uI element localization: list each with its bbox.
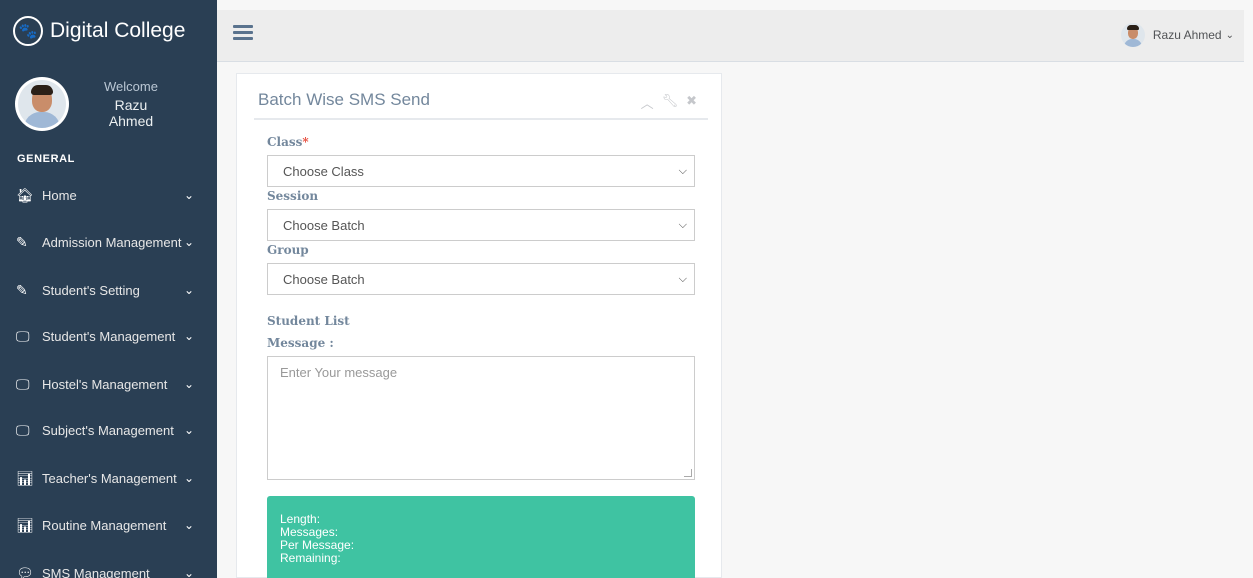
required-mark: * [302, 135, 309, 149]
chevron-down-icon: ⌵ [678, 165, 687, 177]
profile-name: Razu Ahmed [108, 97, 154, 129]
chevron-down-icon: ⌵ [678, 219, 687, 231]
desktop-icon: 🖵 [16, 375, 30, 392]
section-title-general: GENERAL [17, 153, 75, 165]
brand[interactable]: 🐾 Digital College [0, 0, 217, 62]
user-name: Razu Ahmed [1152, 28, 1222, 42]
bar-chart-icon: 📊︎ [16, 516, 34, 533]
class-select-value: Choose Class [283, 163, 364, 179]
group-select-value: Choose Batch [283, 271, 365, 287]
sidebar-item-teachers-management[interactable]: 📊︎ Teacher's Management ⌄ [0, 460, 217, 496]
sidebar-item-subjects-management[interactable]: 🖵 Subject's Management ⌄ [0, 412, 217, 448]
length-text: Length: [280, 512, 321, 526]
edit-icon: ✎ [16, 281, 28, 298]
sidebar-item-label: Home [42, 187, 77, 203]
class-select[interactable]: Choose Class ⌵ [267, 155, 695, 187]
sidebar-item-hostels-management[interactable]: 🖵 Hostel's Management ⌄ [0, 366, 217, 402]
message-textarea[interactable]: Enter Your message [267, 356, 695, 480]
message-label: Message : [267, 336, 334, 350]
group-select[interactable]: Choose Batch ⌵ [267, 263, 695, 295]
desktop-icon: 🖵 [16, 421, 30, 438]
chevron-down-icon: ⌄ [184, 188, 195, 202]
bar-chart-icon: 📊︎ [16, 469, 34, 486]
sidebar-item-routine-management[interactable]: 📊︎ Routine Management ⌄ [0, 507, 217, 543]
sidebar-item-label: Student's Setting [42, 282, 140, 298]
resize-handle-icon[interactable] [684, 469, 692, 477]
avatar [1120, 23, 1145, 47]
sidebar-item-admission-management[interactable]: ✎ Admission Management ⌄ [0, 224, 217, 260]
class-label: Class* [267, 135, 309, 149]
top-navbar: Razu Ahmed ⌄ [217, 10, 1244, 62]
sidebar: 🐾 Digital College Welcome Razu Ahmed GEN… [0, 0, 217, 578]
remaining-text: Remaining: [280, 551, 341, 565]
chevron-down-icon: ⌄ [184, 423, 195, 437]
wrench-icon[interactable]: 🔧︎ [662, 93, 679, 112]
chevron-down-icon: ⌄ [184, 377, 195, 391]
menu-toggle-icon[interactable] [233, 25, 253, 43]
chevron-down-icon: ⌄ [184, 518, 195, 532]
student-list-label: Student List [267, 314, 350, 328]
session-label: Session [267, 189, 319, 203]
comments-icon: 💬︎ [16, 564, 34, 578]
sidebar-item-students-management[interactable]: 🖵 Student's Management ⌄ [0, 318, 217, 354]
chevron-down-icon: ⌄ [184, 283, 195, 297]
home-icon: 🏠︎ [16, 186, 34, 203]
chevron-down-icon: ⌵ [678, 273, 687, 285]
sidebar-item-label: Routine Management [42, 517, 167, 533]
avatar [15, 77, 69, 131]
edit-icon: ✎ [16, 233, 28, 250]
sidebar-item-students-setting[interactable]: ✎ Student's Setting ⌄ [0, 272, 217, 308]
message-placeholder: Enter Your message [280, 365, 398, 380]
sidebar-item-label: Admission Management [42, 234, 182, 250]
sidebar-item-sms-management[interactable]: 💬︎ SMS Management ⌄ [0, 555, 217, 578]
sidebar-item-label: Hostel's Management [42, 376, 168, 392]
sidebar-item-label: Teacher's Management [42, 470, 177, 486]
sidebar-item-label: Student's Management [42, 328, 176, 344]
panel-title: Batch Wise SMS Send [258, 90, 430, 109]
desktop-icon: 🖵 [16, 327, 30, 344]
sms-info-box: Length: Messages: Per Message: Remaining… [267, 496, 695, 578]
session-select-value: Choose Batch [283, 217, 365, 233]
sidebar-item-label: Subject's Management [42, 422, 174, 438]
group-label: Group [267, 243, 309, 257]
sms-panel: Batch Wise SMS Send ︿ 🔧︎ ✖ Class* Choose… [236, 73, 722, 578]
user-menu[interactable]: Razu Ahmed ⌄ [1120, 23, 1234, 47]
chevron-down-icon: ⌄ [184, 235, 195, 249]
session-select[interactable]: Choose Batch ⌵ [267, 209, 695, 241]
chevron-down-icon: ⌄ [184, 329, 195, 343]
sidebar-item-home[interactable]: 🏠︎ Home ⌄ [0, 177, 217, 213]
divider [254, 118, 708, 120]
sidebar-item-label: SMS Management [42, 565, 150, 578]
panel-tools: ︿ 🔧︎ ✖ [641, 93, 697, 112]
profile: Welcome Razu Ahmed [0, 62, 217, 146]
chevron-down-icon: ⌄ [184, 566, 195, 578]
welcome-text: Welcome [104, 79, 158, 94]
per-message-text: Per Message: [280, 538, 355, 552]
brand-title: Digital College [50, 19, 186, 42]
chevron-down-icon: ⌄ [1225, 29, 1234, 41]
collapse-icon[interactable]: ︿ [641, 93, 654, 112]
page-edge [1244, 0, 1253, 578]
close-icon[interactable]: ✖ [686, 93, 697, 112]
chevron-down-icon: ⌄ [184, 471, 195, 485]
paw-icon: 🐾 [13, 16, 43, 46]
